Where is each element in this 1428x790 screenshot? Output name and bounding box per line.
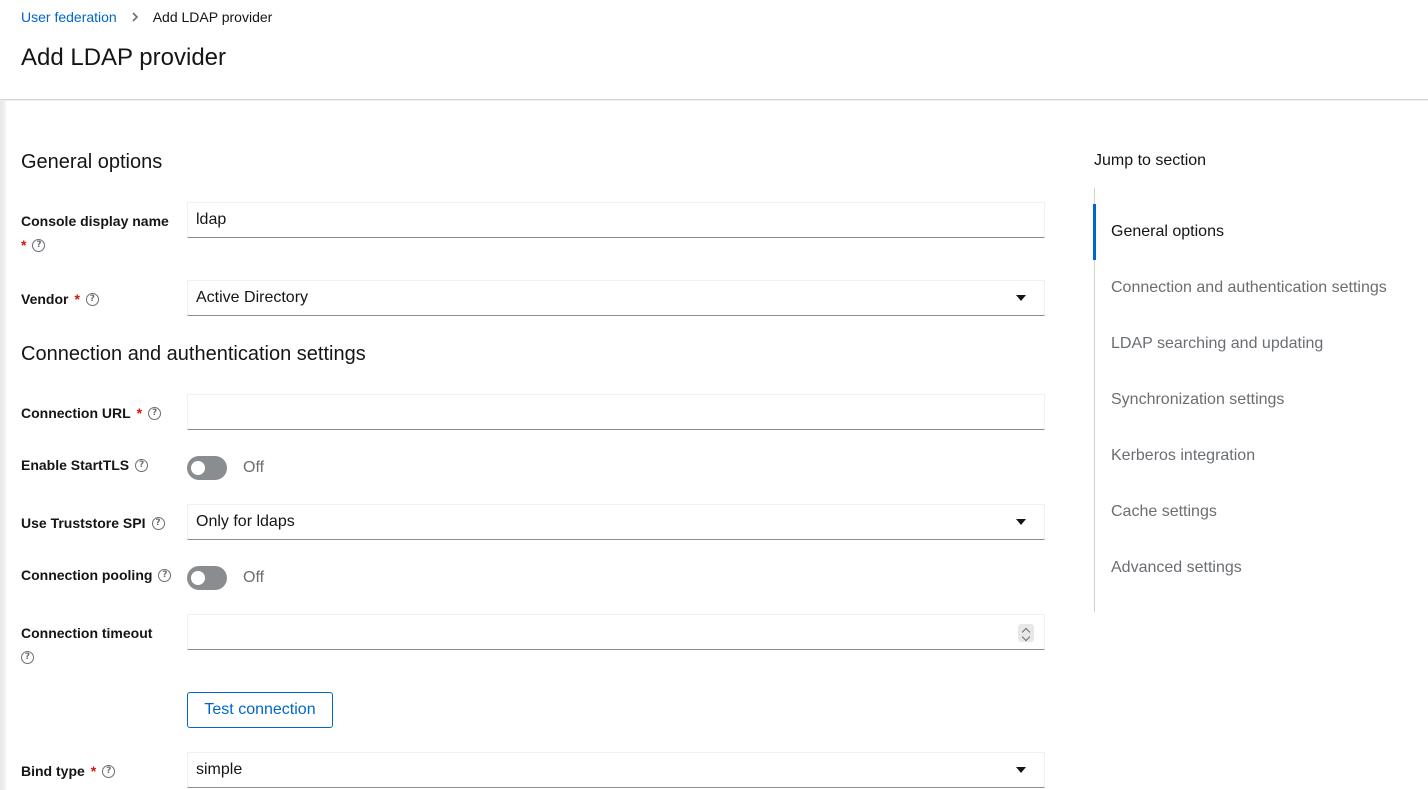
caret-down-icon [1016,295,1026,301]
required-marker: * [90,763,97,779]
switch-state: Off [243,569,265,586]
connection-url-input[interactable] [187,394,1045,430]
page-header: User federation Add LDAP provider Add LD… [0,0,1428,100]
switch-track[interactable] [187,456,227,480]
jump-item-ldap-searching[interactable]: LDAP searching and updating [1095,316,1415,372]
breadcrumb-user-federation[interactable]: User federation [21,9,117,25]
help-icon[interactable]: ? [21,650,34,664]
jump-item-connection-settings[interactable]: Connection and authentication settings [1095,260,1415,316]
jump-item-kerberos[interactable]: Kerberos integration [1095,428,1415,484]
bind-type-label: Bind type *? [21,759,116,783]
bind-type-select[interactable]: simple [187,752,1045,788]
required-marker: * [136,405,143,421]
help-icon[interactable]: ? [148,406,162,420]
switch-track[interactable] [187,566,227,590]
caret-down-icon [1016,519,1026,525]
enable-starttls-switch[interactable]: Off [187,456,264,480]
jump-item-cache[interactable]: Cache settings [1095,484,1415,540]
help-icon[interactable]: ? [32,238,46,252]
jump-item-general-options[interactable]: General options [1093,204,1413,260]
vendor-select[interactable]: Active Directory [187,280,1045,316]
connection-url-label: Connection URL *? [21,401,162,425]
page-title: Add LDAP provider [21,44,227,71]
jump-item-synchronization[interactable]: Synchronization settings [1095,372,1415,428]
section-title-connection: Connection and authentication settings [21,343,366,365]
test-connection-button[interactable]: Test connection [187,692,333,728]
connection-pooling-switch[interactable]: Off [187,566,264,590]
enable-starttls-label: Enable StartTLS? [21,453,149,477]
section-title-general: General options [21,151,163,173]
caret-down-icon [1016,767,1026,773]
breadcrumb-current: Add LDAP provider [152,9,273,25]
main-content: General options Console display name *? … [6,101,1428,790]
switch-knob [191,461,205,475]
connection-timeout-input[interactable] [187,614,1045,650]
connection-timeout-label: Connection timeout ? [21,625,153,664]
console-display-name-input[interactable]: ldap [187,202,1045,238]
help-icon[interactable]: ? [151,516,165,530]
jump-to-section-nav: General options Connection and authentic… [1093,188,1415,612]
chevron-right-icon [127,9,143,25]
breadcrumb: User federation Add LDAP provider [21,9,272,25]
help-icon[interactable]: ? [135,458,149,472]
help-icon[interactable]: ? [85,292,99,306]
console-display-name-label: Console display name *? [21,213,169,253]
required-marker: * [21,237,27,253]
jump-item-advanced[interactable]: Advanced settings [1095,540,1415,596]
connection-pooling-label: Connection pooling? [21,563,172,587]
number-spinner-icon[interactable] [1018,624,1034,642]
jump-to-section-title: Jump to section [1094,152,1207,169]
help-icon[interactable]: ? [102,764,116,778]
required-marker: * [74,291,80,307]
help-icon[interactable]: ? [158,568,172,582]
use-truststore-spi-select[interactable]: Only for ldaps [187,504,1045,540]
switch-state: Off [243,459,265,476]
switch-knob [191,571,205,585]
vendor-label: Vendor *? [21,287,99,311]
use-truststore-spi-label: Use Truststore SPI? [21,511,165,535]
